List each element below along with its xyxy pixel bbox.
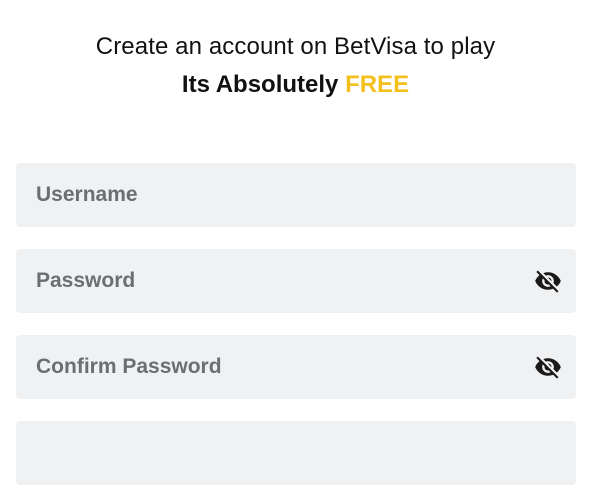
password-input[interactable] [16,249,576,313]
eye-slash-icon[interactable] [534,267,562,295]
username-input[interactable] [16,163,576,227]
tagline-prefix: Its Absolutely [181,71,346,98]
confirm-password-input[interactable] [16,335,576,399]
eye-slash-icon-graphic [535,356,561,379]
password-field[interactable] [16,249,576,313]
signup-subtitle: Create an account on BetVisa to play [95,33,496,60]
next-field-partial[interactable] [16,421,576,485]
signup-tagline: Its Absolutely FREE [0,66,591,104]
signup-header: Create an account on BetVisa to play Its… [0,28,591,104]
eye-slash-icon[interactable] [534,353,562,381]
eye-slash-icon-graphic [535,270,561,293]
confirm-password-field[interactable] [16,335,576,399]
username-field[interactable] [16,163,576,227]
tagline-free-highlight: FREE [345,71,410,98]
